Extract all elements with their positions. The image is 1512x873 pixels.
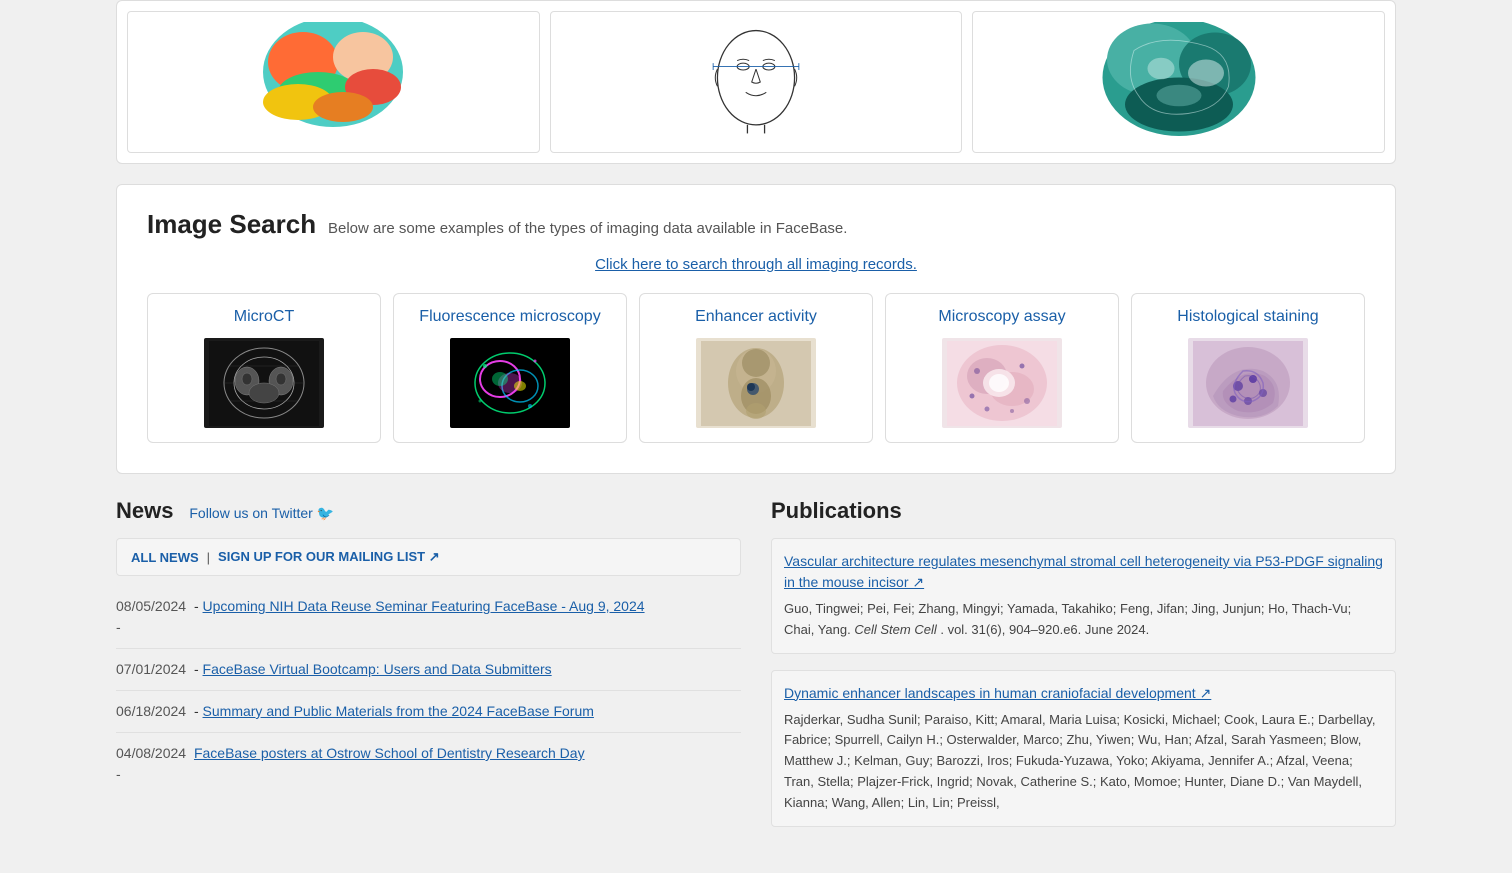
face-outline-icon (696, 22, 816, 142)
publications-title: Publications (771, 498, 1396, 524)
image-search-subtitle: Below are some examples of the types of … (328, 220, 847, 237)
news-date-3: 06/18/2024 (116, 703, 186, 719)
search-all-imaging-link[interactable]: Click here to search through all imaging… (595, 256, 917, 273)
fluorescence-image (450, 338, 570, 428)
enhancer-image (696, 338, 816, 428)
imaging-cards-row: MicroCT (147, 293, 1365, 443)
publications-column: Publications Vascular architecture regul… (771, 498, 1396, 843)
top-cards-row (127, 11, 1385, 153)
image-search-section: Image Search Below are some examples of … (116, 184, 1396, 474)
histological-scan-icon (1193, 341, 1303, 426)
imaging-card-histological[interactable]: Histological staining (1131, 293, 1365, 443)
histological-title[interactable]: Histological staining (1177, 308, 1318, 326)
top-card-colorful-skull[interactable] (127, 11, 540, 153)
news-item: 07/01/2024 - FaceBase Virtual Bootcamp: … (116, 649, 741, 691)
pub-item-2: Dynamic enhancer landscapes in human cra… (771, 670, 1396, 827)
fluorescence-title[interactable]: Fluorescence microscopy (419, 308, 600, 326)
image-search-title: Image Search (147, 209, 316, 239)
news-after-dash-1: - (116, 617, 741, 638)
microct-scan-icon (209, 341, 319, 426)
pub-authors-2: Rajderkar, Sudha Sunil; Paraiso, Kitt; A… (784, 710, 1383, 814)
news-title: News (116, 498, 173, 523)
imaging-card-microct[interactable]: MicroCT (147, 293, 381, 443)
news-date-2: 07/01/2024 (116, 661, 186, 677)
pub-item-1: Vascular architecture regulates mesenchy… (771, 538, 1396, 654)
mailing-list-link[interactable]: SIGN UP FOR OUR MAILING LIST ↗ (218, 549, 440, 565)
imaging-card-enhancer[interactable]: Enhancer activity (639, 293, 873, 443)
colorful-skull-icon (243, 22, 423, 142)
image-search-link-row: Click here to search through all imaging… (147, 256, 1365, 273)
news-header: News Follow us on Twitter 🐦 (116, 498, 741, 524)
news-item: 06/18/2024 - Summary and Public Material… (116, 691, 741, 733)
imaging-card-microscopy[interactable]: Microscopy assay (885, 293, 1119, 443)
enhancer-scan-icon (701, 341, 811, 426)
microct-image (204, 338, 324, 428)
top-cards-section (116, 0, 1396, 164)
news-dash-pre-2: - (194, 661, 199, 677)
top-card-face-outline[interactable] (550, 11, 963, 153)
news-link-2[interactable]: FaceBase Virtual Bootcamp: Users and Dat… (203, 661, 552, 677)
all-news-link[interactable]: ALL NEWS (131, 550, 199, 565)
news-item: 04/08/2024 FaceBase posters at Ostrow Sc… (116, 733, 741, 795)
news-divider: | (207, 550, 210, 565)
news-link-3[interactable]: Summary and Public Materials from the 20… (203, 703, 594, 719)
news-item: 08/05/2024 - Upcoming NIH Data Reuse Sem… (116, 586, 741, 649)
top-card-teal-skull[interactable] (972, 11, 1385, 153)
news-link-4[interactable]: FaceBase posters at Ostrow School of Den… (194, 745, 585, 761)
pub-link-2[interactable]: Dynamic enhancer landscapes in human cra… (784, 683, 1383, 704)
microct-title[interactable]: MicroCT (234, 308, 294, 326)
news-date-4: 04/08/2024 (116, 745, 186, 761)
news-dash-pre-3: - (194, 703, 199, 719)
pub-authors-1: Guo, Tingwei; Pei, Fei; Zhang, Mingyi; Y… (784, 599, 1383, 641)
news-actions: ALL NEWS | SIGN UP FOR OUR MAILING LIST … (116, 538, 741, 576)
pub-link-1[interactable]: Vascular architecture regulates mesenchy… (784, 551, 1383, 593)
teal-skull-icon (1089, 22, 1269, 142)
news-dash-pre-1: - (194, 598, 199, 614)
microscopy-scan-icon (947, 341, 1057, 426)
news-column: News Follow us on Twitter 🐦 ALL NEWS | S… (116, 498, 741, 843)
histological-image (1188, 338, 1308, 428)
twitter-link[interactable]: Follow us on Twitter 🐦 (189, 505, 334, 521)
news-after-dash-4: - (116, 764, 741, 785)
microscopy-image (942, 338, 1062, 428)
microscopy-title[interactable]: Microscopy assay (938, 308, 1065, 326)
news-date-1: 08/05/2024 (116, 598, 186, 614)
enhancer-title[interactable]: Enhancer activity (695, 308, 817, 326)
news-list: 08/05/2024 - Upcoming NIH Data Reuse Sem… (116, 586, 741, 795)
news-link-1[interactable]: Upcoming NIH Data Reuse Seminar Featurin… (203, 598, 645, 614)
fluorescence-scan-icon (455, 341, 565, 426)
image-search-header: Image Search Below are some examples of … (147, 209, 1365, 240)
bottom-section: News Follow us on Twitter 🐦 ALL NEWS | S… (116, 498, 1396, 843)
imaging-card-fluorescence[interactable]: Fluorescence microscopy (393, 293, 627, 443)
